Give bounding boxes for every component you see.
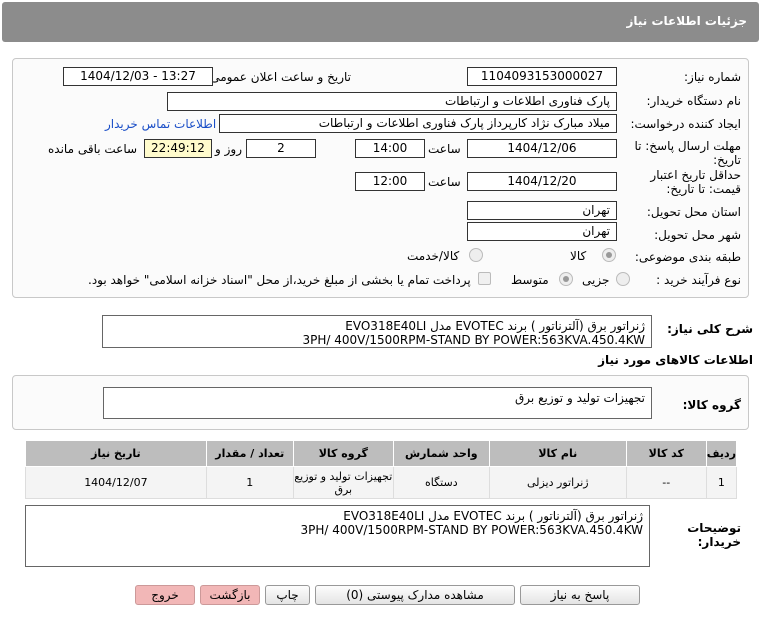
cell-unit: دستگاه xyxy=(392,466,490,499)
category-option-goods-service: کالا/خدمت xyxy=(407,249,460,263)
city-label: شهر محل تحویل: xyxy=(654,228,741,242)
cell-quantity: 1 xyxy=(205,466,294,499)
goods-group-label: گروه کالا: xyxy=(682,398,741,412)
exit-button[interactable]: خروج xyxy=(135,585,195,605)
summary-textarea[interactable]: ژنراتور برق (آلترناتور ) برند EVOTEC مدل… xyxy=(102,315,652,348)
page-title: جزئیات اطلاعات نیاز xyxy=(626,14,747,28)
category-radio-goods-service[interactable] xyxy=(469,248,483,262)
process-option-minor: جزیی xyxy=(582,273,610,287)
reply-button[interactable]: پاسخ به نیاز xyxy=(520,585,640,605)
remaining-time-field: 22:49:12 xyxy=(144,139,212,158)
cell-goods-name: ژنراتور دیزلی xyxy=(488,466,627,499)
days-label: روز و xyxy=(215,142,242,156)
summary-line-1: ژنراتور برق (آلترناتور ) برند EVOTEC مدل… xyxy=(345,319,645,333)
header-quantity: تعداد / مقدار xyxy=(205,440,294,467)
treasury-payment-note: پرداخت تمام یا بخشی از مبلغ خرید،از محل … xyxy=(88,273,471,287)
header-goods-code: کد کالا xyxy=(625,440,707,467)
deadline-label-1: مهلت ارسال پاسخ: تا xyxy=(634,139,741,153)
header-goods-group: گروه کالا xyxy=(292,440,394,467)
summary-line-2: 3PH/ 400V/1500RPM-STAND BY POWER:563KVA.… xyxy=(302,333,645,347)
buyer-org-label: نام دستگاه خریدار: xyxy=(646,94,742,108)
buyer-org-field: پارک فناوری اطلاعات و ارتباطات xyxy=(167,92,617,111)
deadline-label-2: تاریخ: xyxy=(713,153,741,167)
remaining-label: ساعت باقی مانده xyxy=(48,142,138,156)
province-field: تهران xyxy=(467,201,617,220)
process-label: نوع فرآیند خرید : xyxy=(656,273,741,287)
cell-goods-code: -- xyxy=(625,466,707,499)
need-number-field: 1104093153000027 xyxy=(467,67,617,86)
header-goods-name: نام کالا xyxy=(488,440,627,467)
province-label: استان محل تحویل: xyxy=(646,205,741,219)
treasury-payment-checkbox[interactable] xyxy=(478,272,491,285)
validity-time-field: 12:00 xyxy=(355,172,425,191)
buyer-notes-line-2: 3PH/ 400V/1500RPM-STAND BY POWER:563KVA.… xyxy=(300,523,643,537)
announce-field: 1404/12/03 - 13:27 xyxy=(63,67,213,86)
buyer-notes-label-1: توضیحات xyxy=(687,521,741,535)
goods-table: ردیف کد کالا نام کالا واحد شمارش گروه کا… xyxy=(25,440,738,499)
deadline-time-label: ساعت xyxy=(428,142,461,156)
buyer-notes-label-2: خریدار: xyxy=(697,535,741,549)
print-button[interactable]: چاپ xyxy=(265,585,310,605)
table-row[interactable]: 1 -- ژنراتور دیزلی دستگاه تجهیزات تولید … xyxy=(25,466,738,499)
buyer-contact-link[interactable]: اطلاعات تماس خریدار xyxy=(105,117,216,131)
process-radio-minor[interactable] xyxy=(616,272,630,286)
city-field: تهران xyxy=(467,222,617,241)
buyer-notes-line-1: ژنراتور برق (آلترناتور ) برند EVOTEC مدل… xyxy=(343,509,643,523)
back-button[interactable]: بازگشت xyxy=(200,585,260,605)
process-option-medium: متوسط xyxy=(511,273,549,287)
process-radio-medium[interactable] xyxy=(559,272,573,286)
category-label: طبقه بندی موضوعی: xyxy=(634,250,741,264)
header-need-date: تاریخ نیاز xyxy=(25,440,207,467)
goods-group-field: تجهیزات تولید و توزیع برق xyxy=(103,387,652,419)
announce-label: تاریخ و ساعت اعلان عمومی: xyxy=(206,70,351,84)
need-number-label: شماره نیاز: xyxy=(684,70,741,84)
summary-label: شرح کلی نیاز: xyxy=(667,322,753,336)
goods-group-value: تجهیزات تولید و توزیع برق xyxy=(515,391,645,405)
table-header-row: ردیف کد کالا نام کالا واحد شمارش گروه کا… xyxy=(25,440,738,467)
view-attachments-button[interactable]: مشاهده مدارک پیوستی (0) xyxy=(315,585,515,605)
goods-info-title: اطلاعات کالاهای مورد نیاز xyxy=(598,353,753,367)
validity-label-2: قیمت: تا تاریخ: xyxy=(666,182,741,196)
deadline-date-field: 1404/12/06 xyxy=(467,139,617,158)
days-field: 2 xyxy=(246,139,316,158)
title-bar: جزئیات اطلاعات نیاز xyxy=(2,2,759,42)
category-option-goods: کالا xyxy=(570,249,587,263)
deadline-time-field: 14:00 xyxy=(355,139,425,158)
creator-field: میلاد مبارک نژاد کارپرداز پارک فناوری اط… xyxy=(219,114,617,133)
header-unit: واحد شمارش xyxy=(392,440,490,467)
buyer-notes-textarea[interactable]: ژنراتور برق (آلترناتور ) برند EVOTEC مدل… xyxy=(25,505,650,567)
validity-label-1: حداقل تاریخ اعتبار xyxy=(650,168,741,182)
category-radio-goods[interactable] xyxy=(602,248,616,262)
validity-date-field: 1404/12/20 xyxy=(467,172,617,191)
validity-time-label: ساعت xyxy=(428,175,461,189)
cell-goods-group: تجهیزات تولید و توزیع برق xyxy=(292,466,394,499)
cell-row-number: 1 xyxy=(705,466,738,499)
creator-label: ایجاد کننده درخواست: xyxy=(630,117,741,131)
header-row-number: ردیف xyxy=(705,440,738,467)
cell-need-date: 1404/12/07 xyxy=(25,466,207,499)
